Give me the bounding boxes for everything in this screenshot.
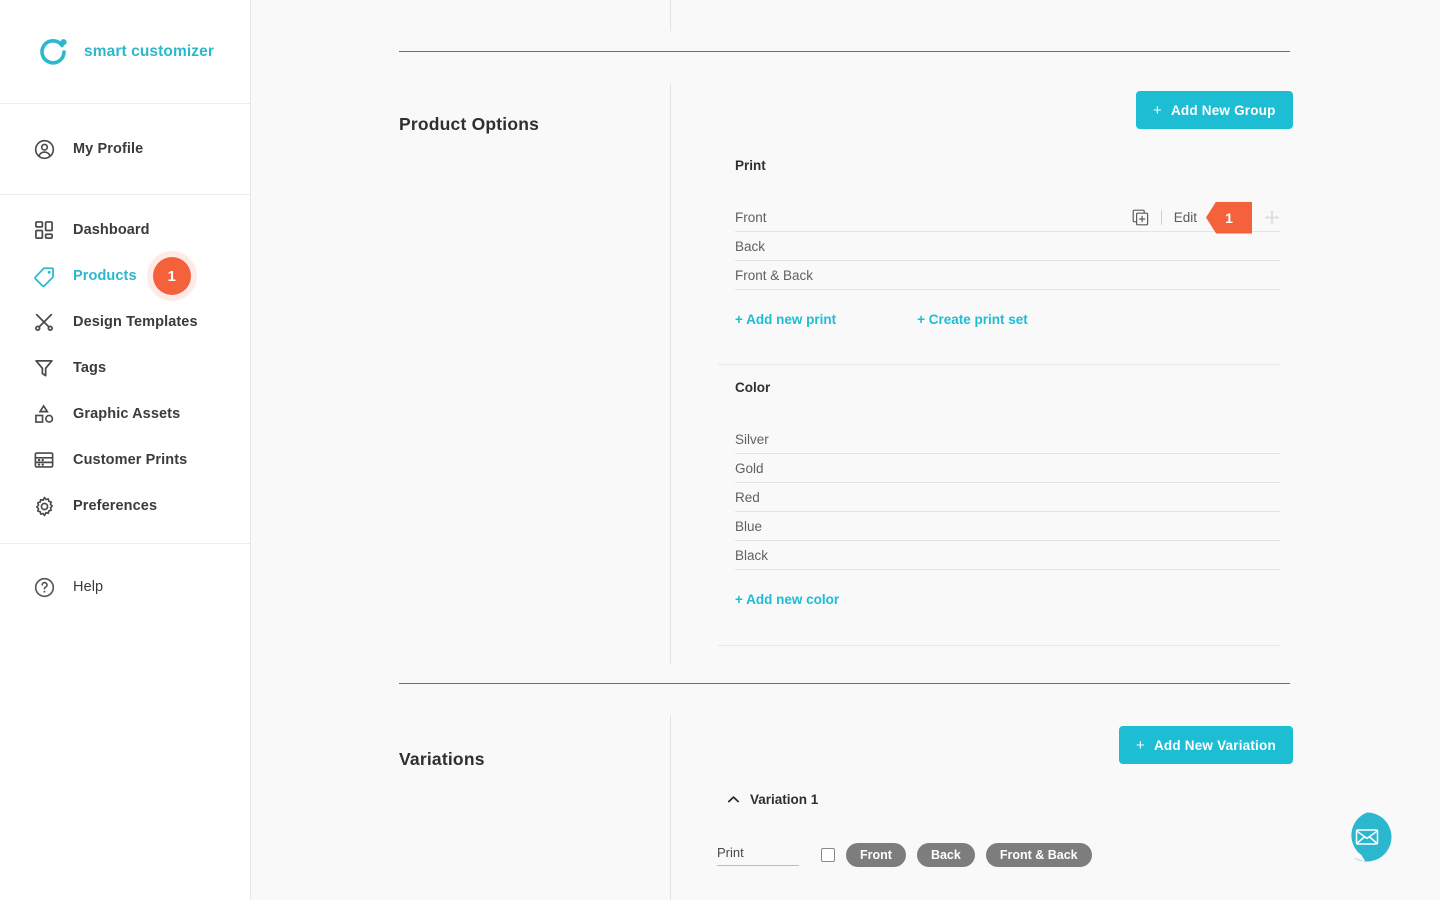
variations-vertical-divider (670, 715, 671, 900)
variation-pill-back[interactable]: Back (916, 843, 975, 867)
sidebar-group-help: Help (0, 544, 250, 610)
chevron-up-icon (727, 793, 740, 806)
sidebar-item-design-templates[interactable]: Design Templates (0, 299, 250, 345)
plus-icon: + (1153, 101, 1162, 119)
page-title-product-options: Product Options (399, 114, 540, 134)
sidebar-item-tags[interactable]: Tags (0, 345, 250, 391)
sidebar-item-label: Products (73, 268, 137, 284)
sidebar-item-label: Tags (73, 360, 107, 376)
variation-print-field-label: Print (717, 845, 744, 860)
variation-pill-front[interactable]: Front (846, 843, 906, 867)
add-new-variation-label: Add New Variation (1153, 737, 1276, 753)
shapes-icon (31, 401, 57, 427)
sidebar-item-my-profile[interactable]: My Profile (0, 126, 250, 172)
print-links-row: + Add new print + Create print set (735, 312, 1028, 327)
sidebar-item-label: Customer Prints (73, 452, 188, 468)
sidebar-item-help[interactable]: Help (0, 564, 250, 610)
option-name: Gold (735, 460, 764, 476)
tag-icon (31, 263, 57, 289)
section-divider-middle (399, 683, 1290, 684)
option-group-title-print: Print (735, 158, 766, 173)
sidebar-item-label: My Profile (73, 141, 144, 157)
option-name: Red (735, 489, 760, 505)
option-row-front-and-back[interactable]: Front & Back (735, 261, 1280, 290)
option-name: Back (735, 238, 766, 254)
option-row-gold[interactable]: Gold (735, 454, 1280, 483)
products-count-badge: 1 (152, 257, 191, 295)
sidebar-item-label: Preferences (73, 498, 158, 514)
sidebar-group-nav: Dashboard Products 1 Design Templates Ta… (0, 195, 250, 544)
sidebar-item-graphic-assets[interactable]: Graphic Assets (0, 391, 250, 437)
funnel-icon (31, 355, 57, 381)
dashboard-grid-icon (31, 217, 57, 243)
sidebar-item-label: Graphic Assets (73, 406, 181, 422)
add-new-variation-button[interactable]: + Add New Variation (1119, 726, 1293, 764)
group-separator (718, 364, 1280, 365)
sidebar-item-label: Dashboard (73, 222, 150, 238)
color-links-row: + Add new color (735, 592, 839, 607)
add-new-print-link[interactable]: + Add new print (735, 312, 836, 327)
variation-1-row: Print Front Back Front & Back (717, 843, 1092, 867)
plus-icon: + (1136, 736, 1145, 754)
ring-dot-logo-icon (36, 35, 70, 69)
sidebar-item-customer-prints[interactable]: Customer Prints (0, 437, 250, 483)
badge-number: 1 (1225, 209, 1233, 226)
action-separator (1160, 210, 1162, 225)
option-list-print: Front Edit 1 Back Front & Back (735, 201, 1280, 290)
option-name: Silver (735, 431, 769, 447)
option-row-back[interactable]: Back (735, 232, 1280, 261)
brand-logo[interactable]: smart customizer (0, 0, 250, 104)
variation-1-header[interactable]: Variation 1 (727, 792, 818, 807)
edit-button[interactable]: Edit (1174, 210, 1197, 225)
option-name: Front & Back (735, 267, 814, 283)
option-name: Front (735, 209, 767, 225)
sidebar-item-dashboard[interactable]: Dashboard (0, 207, 250, 253)
option-group-title-color: Color (735, 380, 771, 395)
user-circle-icon (31, 136, 57, 162)
brand-name: smart customizer (84, 42, 214, 60)
question-circle-icon (31, 574, 57, 600)
add-new-color-link[interactable]: + Add new color (735, 592, 839, 607)
create-print-set-link[interactable]: + Create print set (917, 312, 1028, 327)
envelope-chat-icon (1351, 812, 1392, 863)
main-content: Product Options + Add New Group Print Fr… (251, 0, 1440, 900)
option-row-black[interactable]: Black (735, 541, 1280, 570)
option-row-silver[interactable]: Silver (735, 425, 1280, 454)
top-vertical-divider (670, 0, 671, 31)
move-handle-icon[interactable] (1264, 210, 1280, 226)
variation-print-checkbox[interactable] (821, 848, 835, 862)
duplicate-icon[interactable] (1132, 209, 1149, 226)
sidebar-item-preferences[interactable]: Preferences (0, 483, 250, 529)
chat-widget-button[interactable] (1341, 811, 1393, 863)
variation-print-field[interactable]: Print (717, 844, 799, 866)
gear-icon (31, 493, 57, 519)
sidebar-item-label: Help (73, 579, 104, 595)
page-title-variations: Variations (399, 749, 485, 769)
add-new-group-button[interactable]: + Add New Group (1136, 91, 1293, 129)
variation-pill-front-and-back[interactable]: Front & Back (985, 843, 1092, 867)
sidebar-item-products[interactable]: Products 1 (0, 253, 250, 299)
sidebar-item-label: Design Templates (73, 314, 198, 330)
step-badge-1: 1 (1206, 201, 1252, 234)
product-options-vertical-divider (670, 84, 671, 664)
option-list-color: Silver Gold Red Blue Black (735, 425, 1280, 570)
option-row-red[interactable]: Red (735, 483, 1280, 512)
section-divider-top (399, 51, 1290, 52)
option-name: Black (735, 547, 769, 563)
add-new-group-label: Add New Group (1170, 102, 1276, 118)
option-name: Blue (735, 518, 763, 534)
option-row-actions: Edit 1 (1132, 201, 1280, 234)
sidebar: smart customizer My Profile Dashboard Pr… (0, 0, 251, 900)
customer-prints-icon (31, 447, 57, 473)
variation-title: Variation 1 (750, 792, 819, 807)
option-row-front[interactable]: Front Edit 1 (735, 201, 1280, 234)
option-row-blue[interactable]: Blue (735, 512, 1280, 541)
design-templates-icon (31, 309, 57, 335)
sidebar-group-profile: My Profile (0, 104, 250, 195)
product-options-bottom-separator (718, 645, 1280, 646)
